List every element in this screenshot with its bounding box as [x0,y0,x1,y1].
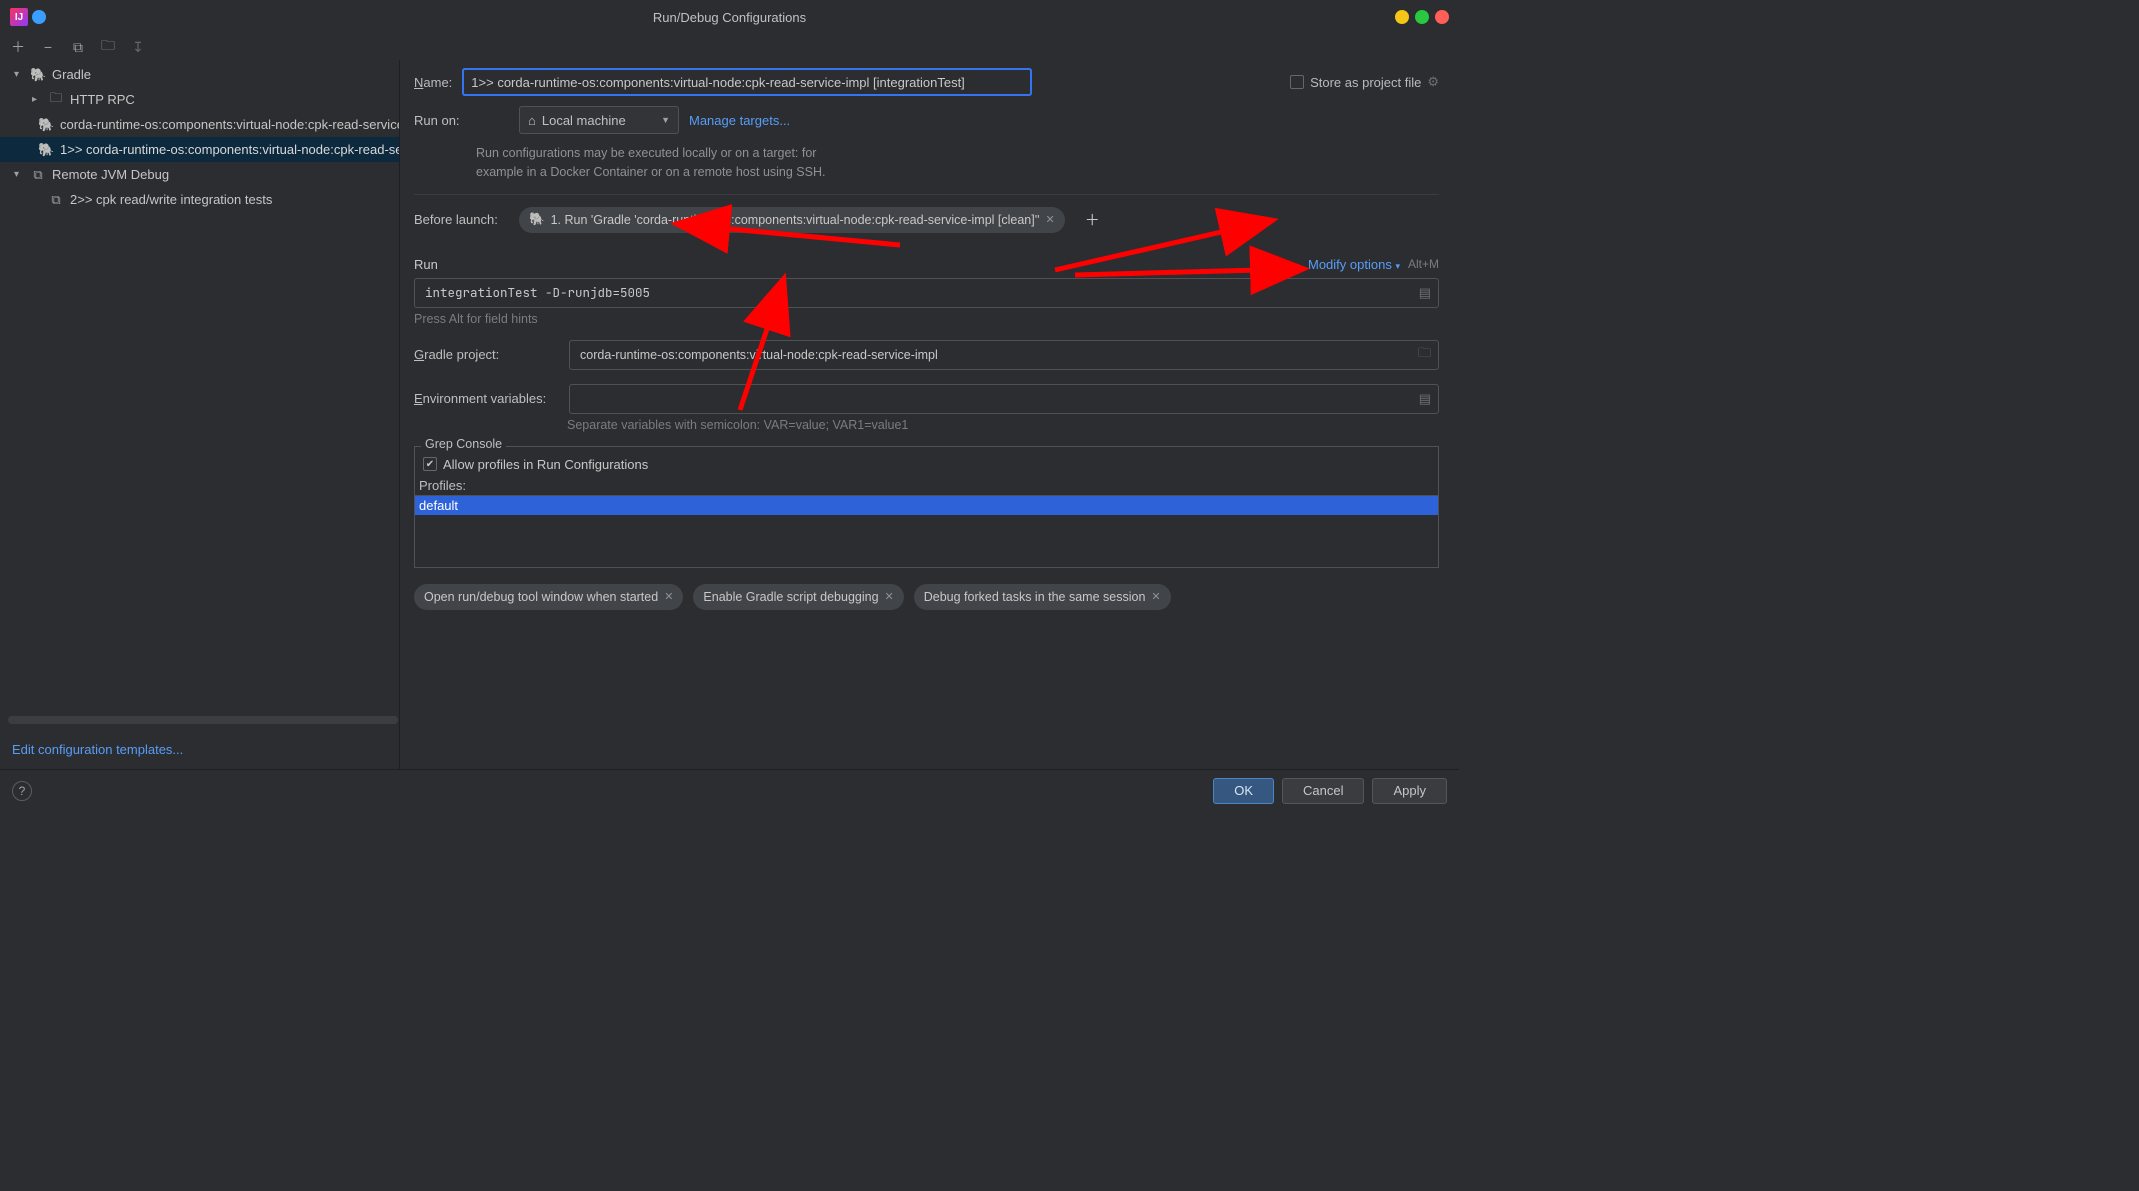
edit-templates-link[interactable]: Edit configuration templates... [0,730,399,769]
folder-icon[interactable]: 🗀 [1418,344,1431,366]
add-icon[interactable]: ＋ [10,39,26,55]
tree-item-http-rpc[interactable]: ▸ 🗀 HTTP RPC [0,87,399,112]
store-as-project-checkbox[interactable]: Store as project file ⚙ [1290,74,1439,90]
config-form: Name: Store as project file ⚙ Run on: ⌂ … [400,60,1459,769]
before-launch-label: Before launch: [414,212,509,227]
help-button[interactable]: ? [12,781,32,801]
gradle-project-input[interactable] [569,340,1439,370]
gear-icon[interactable]: ⚙ [1427,74,1439,90]
tree-label: Remote JVM Debug [52,167,169,182]
modify-options-link[interactable]: Modify options ▾ [1308,257,1400,272]
name-input[interactable] [462,68,1032,96]
env-hint: Separate variables with semicolon: VAR=v… [414,418,1439,432]
project-icon [32,10,46,24]
close-dot[interactable] [1435,10,1449,24]
allow-profiles-checkbox[interactable]: Allow profiles in Run Configurations [415,453,1438,476]
chevron-down-icon: ▼ [661,115,670,125]
profiles-label: Profiles: [415,476,1438,495]
checkbox-icon [1290,75,1304,89]
add-task-button[interactable]: ＋ [1085,209,1100,230]
checkbox-icon [423,457,437,471]
tree-label: 2>> cpk read/write integration tests [70,192,272,207]
app-icons: IJ [10,8,46,26]
close-icon[interactable]: ✕ [885,590,894,603]
chip-label: 1. Run 'Gradle 'corda-runtime-os:compone… [551,213,1040,227]
toolbar: ＋ − ⧉ 🗀 ↧ [0,34,1459,60]
options-chips: Open run/debug tool window when started … [414,584,1439,610]
ok-button[interactable]: OK [1213,778,1274,804]
close-icon[interactable]: ✕ [1151,590,1160,603]
separator [414,194,1439,195]
chevron-down-icon: ▾ [1395,261,1400,271]
intellij-icon: IJ [10,8,28,26]
remove-icon[interactable]: − [40,39,56,55]
maximize-dot[interactable] [1415,10,1429,24]
profiles-list[interactable]: default [415,495,1438,567]
runon-help: Run configurations may be executed local… [476,144,1439,182]
tree-label: Gradle [52,67,91,82]
apply-button[interactable]: Apply [1372,778,1447,804]
horizontal-scrollbar[interactable] [8,716,398,724]
debug-icon: ⧉ [30,167,46,183]
window-title: Run/Debug Configurations [653,10,806,25]
grep-console-group: Grep Console Allow profiles in Run Confi… [414,446,1439,568]
tree-group-gradle[interactable]: ▾ 🐘 Gradle [0,62,399,87]
configurations-sidebar: ▾ 🐘 Gradle ▸ 🗀 HTTP RPC 🐘 corda-runtime-… [0,60,400,769]
chevron-right-icon: ▸ [32,94,42,105]
name-label: Name: [414,75,452,90]
debug-icon: ⧉ [48,192,64,208]
tree-item-rw-tests[interactable]: ⧉ 2>> cpk read/write integration tests [0,187,399,212]
cancel-button[interactable]: Cancel [1282,778,1364,804]
config-tree: ▾ 🐘 Gradle ▸ 🗀 HTTP RPC 🐘 corda-runtime-… [0,60,399,710]
tree-item-integration-test[interactable]: 🐘 1>> corda-runtime-os:components:virtua… [0,137,399,162]
folder-icon[interactable]: 🗀 [100,39,116,55]
chip-debug-forked[interactable]: Debug forked tasks in the same session ✕ [914,584,1171,610]
titlebar: IJ Run/Debug Configurations [0,0,1459,34]
command-hint: Press Alt for field hints [414,312,1439,326]
dialog-footer: ? OK Cancel Apply [0,769,1459,811]
env-input[interactable] [569,384,1439,414]
profile-item-default[interactable]: default [415,496,1438,515]
copy-icon[interactable]: ⧉ [70,39,86,55]
tree-label: 1>> corda-runtime-os:components:virtual-… [60,142,399,157]
modify-options-shortcut: Alt+M [1408,257,1439,271]
close-icon[interactable]: ✕ [664,590,673,603]
gradle-icon: 🐘 [38,117,54,133]
chip-open-tool-window[interactable]: Open run/debug tool window when started … [414,584,683,610]
allow-profiles-label: Allow profiles in Run Configurations [443,457,648,472]
close-icon[interactable]: ✕ [1046,213,1055,226]
tree-label: corda-runtime-os:components:virtual-node… [60,117,399,132]
run-section-title: Run [414,257,438,272]
sort-icon[interactable]: ↧ [130,39,146,55]
run-command-input[interactable] [414,278,1439,308]
tree-label: HTTP RPC [70,92,135,107]
chevron-down-icon: ▾ [14,169,24,180]
chevron-down-icon: ▾ [14,69,24,80]
list-icon[interactable]: ▤ [1419,391,1431,407]
minimize-dot[interactable] [1395,10,1409,24]
manage-targets-link[interactable]: Manage targets... [689,113,790,128]
runon-value: Local machine [542,113,626,128]
gradle-icon: 🐘 [529,212,545,227]
tree-group-remote-debug[interactable]: ▾ ⧉ Remote JVM Debug [0,162,399,187]
before-launch-task-chip[interactable]: 🐘 1. Run 'Gradle 'corda-runtime-os:compo… [519,207,1065,233]
expand-icon[interactable]: ▤ [1419,285,1431,301]
folder-icon: 🗀 [48,89,64,111]
main-split: ▾ 🐘 Gradle ▸ 🗀 HTTP RPC 🐘 corda-runtime-… [0,60,1459,769]
store-label: Store as project file [1310,75,1421,90]
env-label: Environment variables: [414,391,559,406]
gradle-icon: 🐘 [38,142,54,158]
home-icon: ⌂ [528,113,536,128]
runon-select[interactable]: ⌂ Local machine ▼ [519,106,679,134]
window-controls [1395,10,1449,24]
gradle-icon: 🐘 [30,67,46,83]
tree-item-clean[interactable]: 🐘 corda-runtime-os:components:virtual-no… [0,112,399,137]
grep-legend: Grep Console [421,437,506,451]
runon-label: Run on: [414,113,509,128]
chip-enable-gradle-debug[interactable]: Enable Gradle script debugging ✕ [693,584,903,610]
gradle-project-label: Gradle project: [414,347,559,362]
